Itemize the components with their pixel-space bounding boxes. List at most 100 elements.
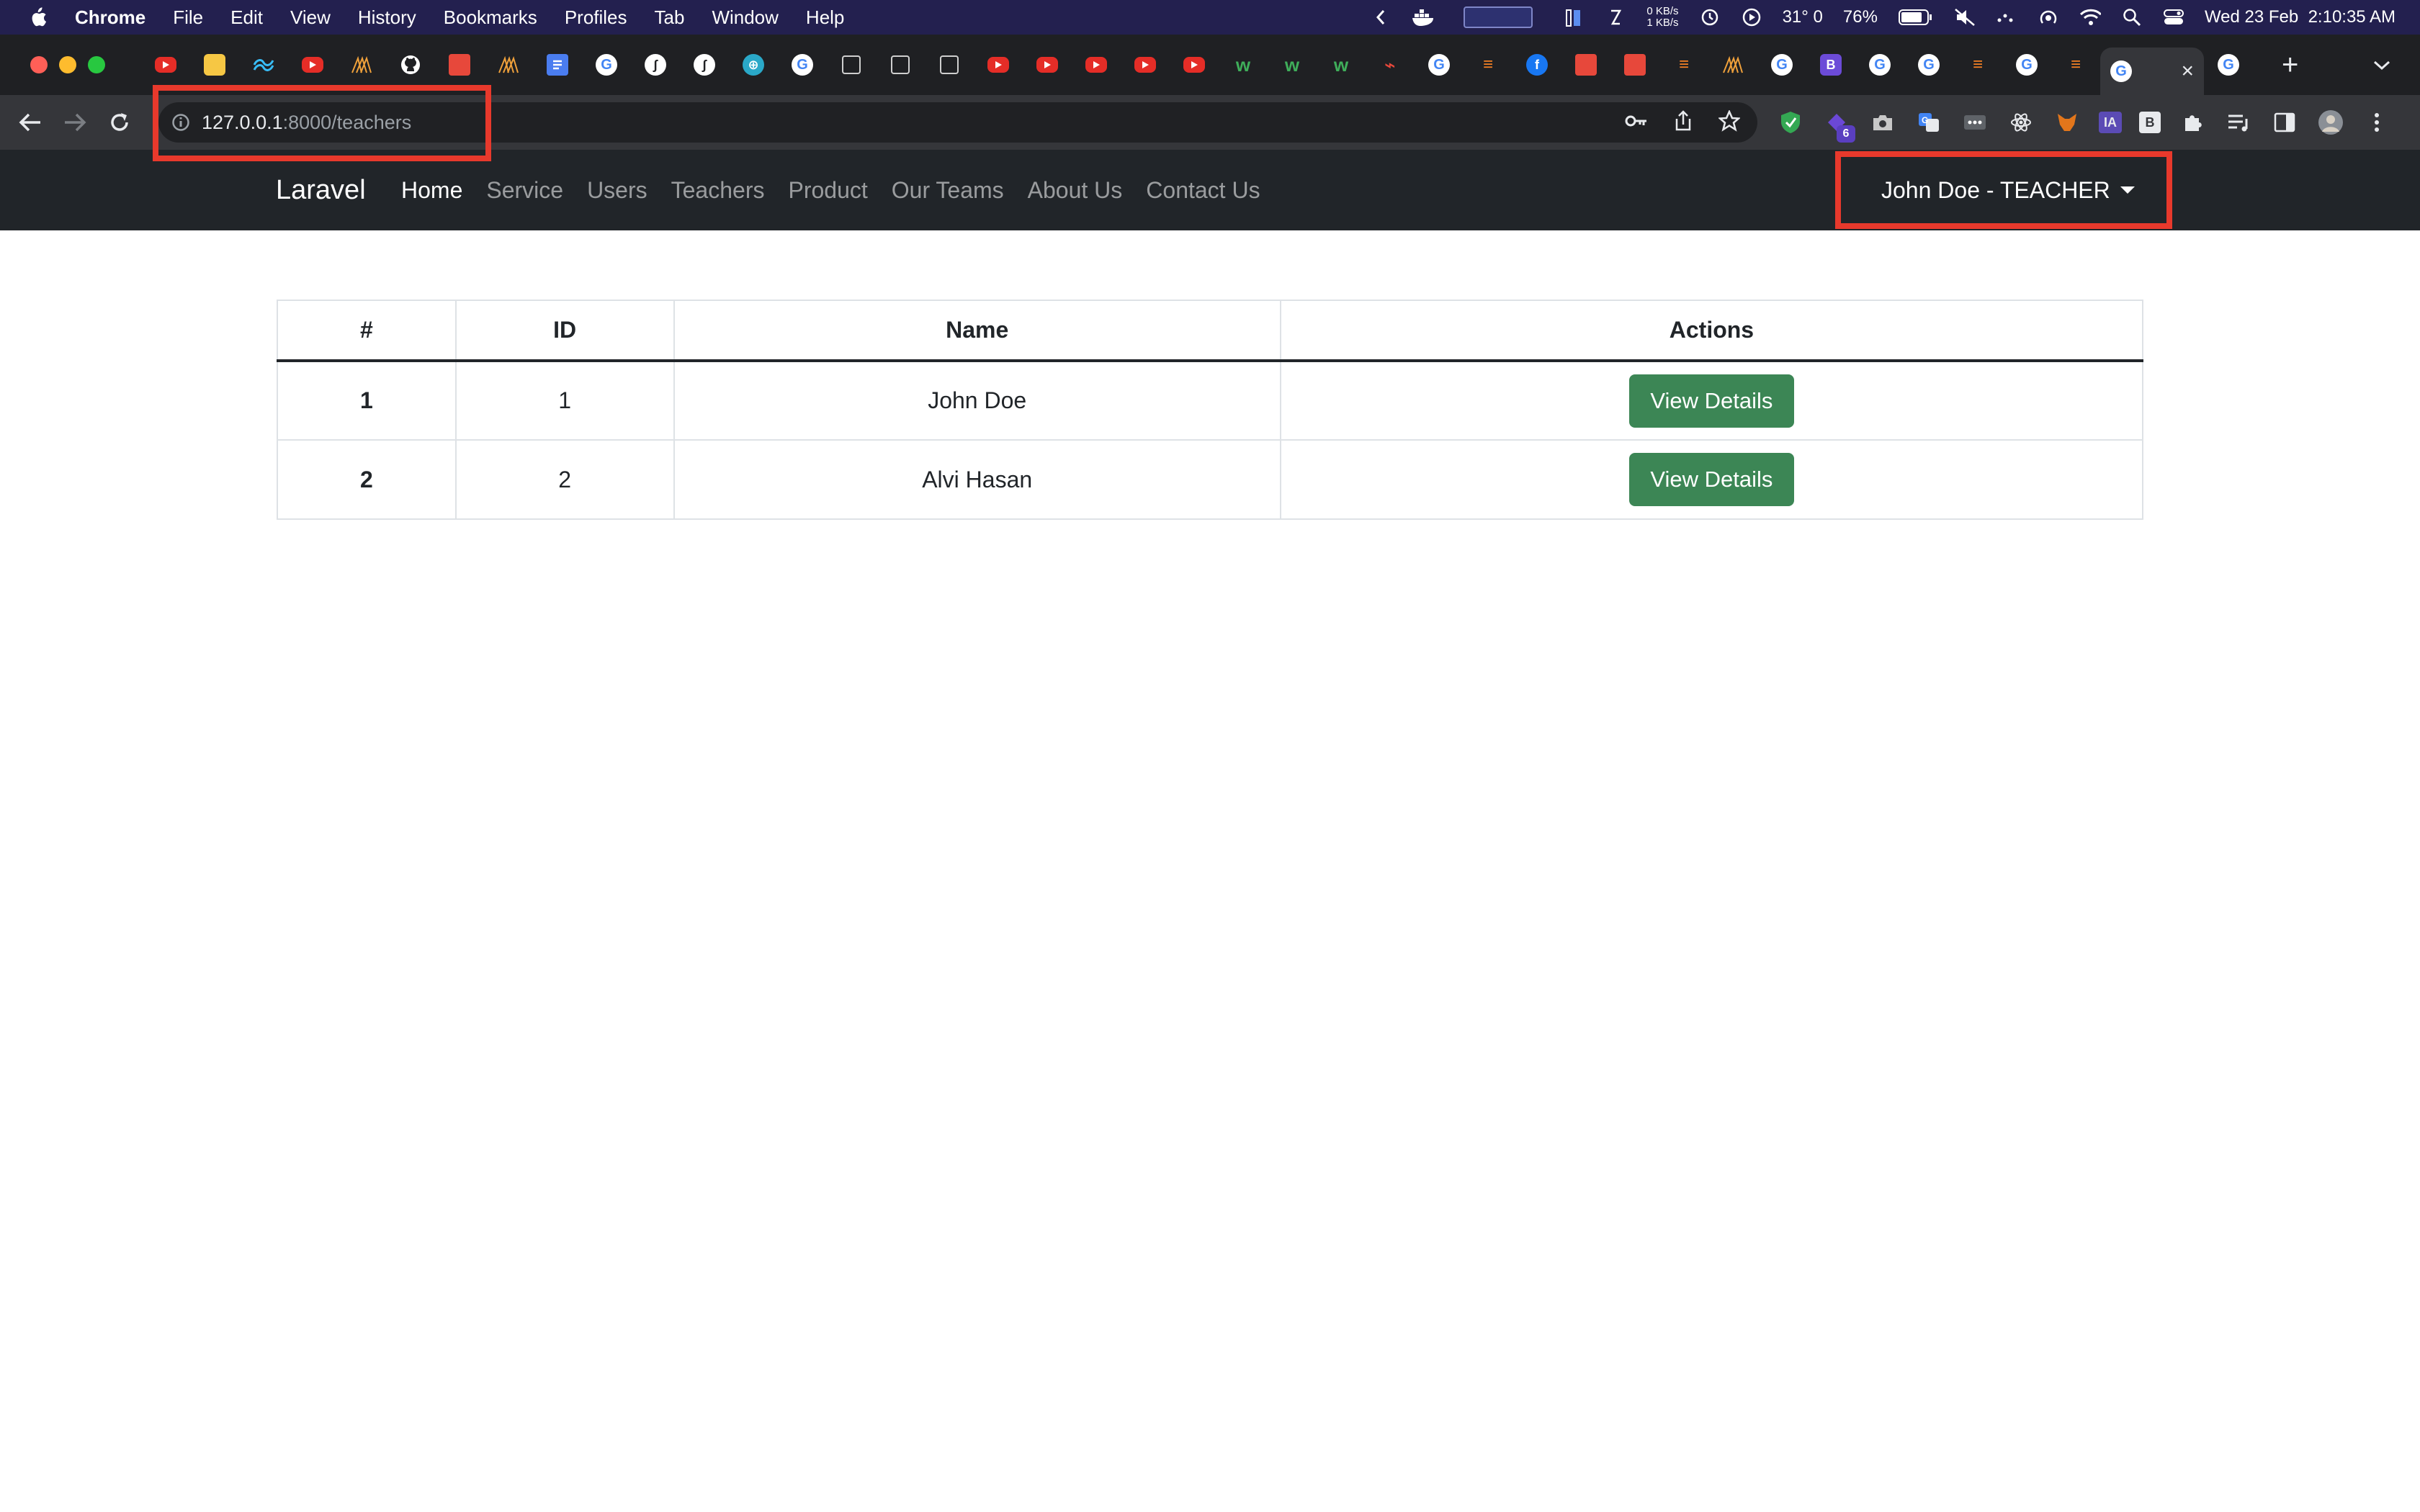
tab-laravel[interactable]: [1610, 43, 1659, 86]
puzzle-icon[interactable]: [2178, 108, 2207, 137]
new-tab-button[interactable]: +: [2282, 49, 2298, 81]
menu-tab[interactable]: Tab: [655, 6, 685, 29]
minimize-window-button[interactable]: [59, 56, 76, 73]
disk-icon[interactable]: [1605, 8, 1626, 27]
reload-icon[interactable]: [105, 108, 134, 137]
memory-icon[interactable]: [1563, 8, 1585, 27]
tab-site[interactable]: ∫: [631, 43, 680, 86]
tab-site[interactable]: ∫: [680, 43, 729, 86]
tab-tailwind[interactable]: [239, 43, 288, 86]
clock[interactable]: Wed 23 Feb 2:10:35 AM: [2205, 7, 2396, 27]
tab-grid[interactable]: [827, 43, 876, 86]
close-tab-icon[interactable]: ×: [2181, 59, 2194, 84]
view-details-button[interactable]: View Details: [1628, 374, 1794, 428]
chrome-menu-icon[interactable]: [2362, 108, 2391, 137]
menu-edit[interactable]: Edit: [230, 6, 263, 29]
dots-icon[interactable]: [1996, 8, 2017, 27]
tab-google[interactable]: G: [1904, 43, 1953, 86]
play-icon[interactable]: [1741, 8, 1762, 27]
close-window-button[interactable]: [30, 56, 48, 73]
camera-icon[interactable]: [1868, 108, 1897, 137]
tab-bootstrap[interactable]: B: [1806, 43, 1855, 86]
forward-icon[interactable]: [60, 108, 89, 137]
extension-badge-icon[interactable]: 6: [1822, 108, 1855, 143]
tab-youtube[interactable]: [1170, 43, 1219, 86]
docker-icon[interactable]: [1412, 8, 1434, 27]
translate-icon[interactable]: G: [1914, 108, 1943, 137]
react-devtools-icon[interactable]: [2007, 108, 2035, 137]
menu-profiles[interactable]: Profiles: [565, 6, 627, 29]
nav-link-users[interactable]: Users: [587, 177, 647, 204]
nav-link-our-teams[interactable]: Our Teams: [892, 177, 1004, 204]
tab-stackoverflow[interactable]: ≡: [1464, 43, 1512, 86]
navbar-brand[interactable]: Laravel: [276, 175, 366, 206]
tab-forge[interactable]: [1708, 43, 1757, 86]
menu-view[interactable]: View: [290, 6, 331, 29]
tab-forge[interactable]: [337, 43, 386, 86]
tab-google[interactable]: G: [1757, 43, 1806, 86]
tab-youtube[interactable]: [1072, 43, 1121, 86]
b-extension-icon[interactable]: B: [2139, 112, 2161, 133]
shield-icon[interactable]: [1776, 108, 1805, 137]
tab-youtube[interactable]: [288, 43, 337, 86]
view-details-button[interactable]: View Details: [1628, 453, 1794, 506]
tab-laravel[interactable]: [435, 43, 484, 86]
airdrop-icon[interactable]: [2038, 8, 2059, 27]
cpu-graph-icon[interactable]: [1453, 6, 1543, 28]
menu-help[interactable]: Help: [806, 6, 844, 29]
nav-link-product[interactable]: Product: [788, 177, 867, 204]
key-icon[interactable]: [1625, 113, 1648, 132]
dots-extension-icon[interactable]: [1960, 108, 1989, 137]
wifi-icon[interactable]: [2079, 8, 2101, 27]
tab-whatsapp[interactable]: w: [1317, 43, 1366, 86]
tab-stackoverflow[interactable]: ≡: [1953, 43, 2002, 86]
tab-active-teachers[interactable]: G ×: [2100, 48, 2204, 95]
tab-google[interactable]: G: [778, 43, 827, 86]
reading-list-icon[interactable]: [2224, 108, 2253, 137]
nav-link-teachers[interactable]: Teachers: [671, 177, 765, 204]
menu-file[interactable]: File: [173, 6, 203, 29]
tab-search-chevron-icon[interactable]: [2372, 53, 2391, 76]
nav-link-about-us[interactable]: About Us: [1028, 177, 1123, 204]
nav-link-contact-us[interactable]: Contact Us: [1146, 177, 1260, 204]
tab-whatsapp[interactable]: w: [1268, 43, 1317, 86]
tab-emoji[interactable]: [190, 43, 239, 86]
nav-link-home[interactable]: Home: [401, 177, 462, 204]
tab-stackoverflow[interactable]: ≡: [2051, 43, 2100, 86]
tab-youtube[interactable]: [141, 43, 190, 86]
tab-google[interactable]: G: [582, 43, 631, 86]
profile-avatar[interactable]: [2316, 108, 2345, 137]
share-icon[interactable]: [1674, 109, 1693, 135]
tab-google[interactable]: G: [2002, 43, 2051, 86]
zoom-window-button[interactable]: [88, 56, 105, 73]
mute-icon[interactable]: [1954, 8, 1976, 27]
tab-forge[interactable]: [484, 43, 533, 86]
menu-history[interactable]: History: [358, 6, 416, 29]
time-machine-icon[interactable]: [1699, 8, 1721, 27]
tab-google[interactable]: G: [1415, 43, 1464, 86]
tab-youtube[interactable]: [1023, 43, 1072, 86]
back-icon[interactable]: [16, 108, 45, 137]
tab-docs[interactable]: [533, 43, 582, 86]
bookmark-star-icon[interactable]: [1717, 109, 1742, 135]
search-icon[interactable]: [2121, 8, 2143, 27]
tab-grid[interactable]: [925, 43, 974, 86]
tab-laravel[interactable]: ⌁: [1366, 43, 1415, 86]
menu-app-name[interactable]: Chrome: [75, 6, 145, 29]
tab-google[interactable]: G: [1855, 43, 1904, 86]
control-center-icon[interactable]: [2163, 8, 2184, 27]
tab-google[interactable]: G: [2204, 43, 2253, 86]
ia-extension-icon[interactable]: IA: [2099, 112, 2122, 133]
menu-bookmarks[interactable]: Bookmarks: [444, 6, 537, 29]
tab-youtube[interactable]: [1121, 43, 1170, 86]
tab-stackoverflow[interactable]: ≡: [1659, 43, 1708, 86]
tab-youtube[interactable]: [974, 43, 1023, 86]
menu-window[interactable]: Window: [712, 6, 778, 29]
metamask-fox-icon[interactable]: [2053, 108, 2081, 137]
battery-icon[interactable]: [1898, 8, 1934, 27]
nav-link-service[interactable]: Service: [486, 177, 563, 204]
tab-grid[interactable]: [876, 43, 925, 86]
chevron-left-icon[interactable]: [1370, 8, 1392, 27]
tab-app[interactable]: ⊕: [729, 43, 778, 86]
tab-laravel[interactable]: [1561, 43, 1610, 86]
